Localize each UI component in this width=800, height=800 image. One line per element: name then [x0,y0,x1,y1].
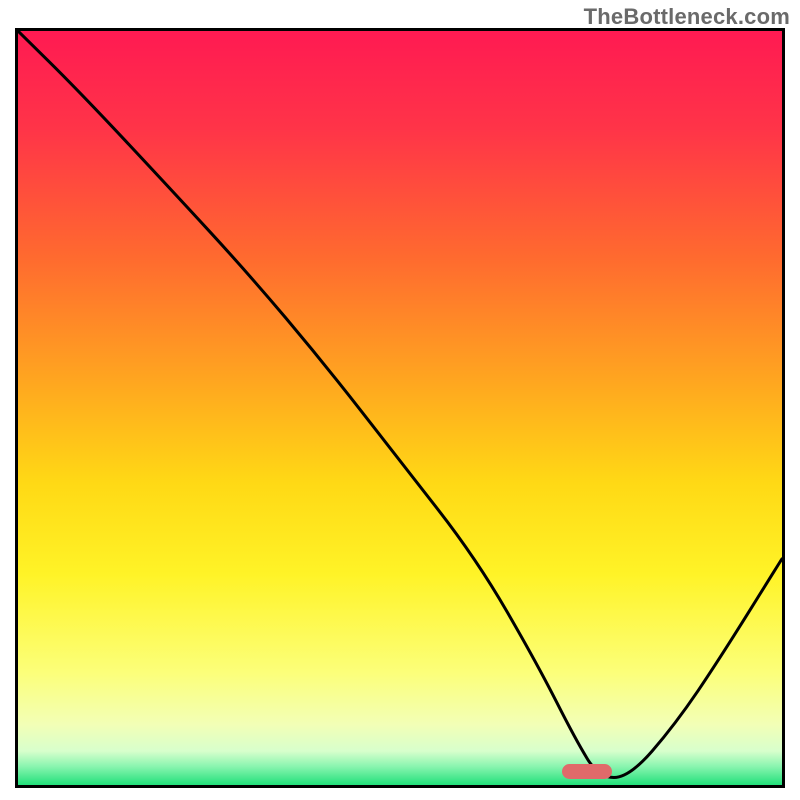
plot-frame [15,28,785,788]
chart-container: TheBottleneck.com [0,0,800,800]
bottleneck-curve [18,31,782,785]
watermark-text: TheBottleneck.com [584,4,790,30]
optimal-marker [562,764,612,779]
curve-path [18,31,782,778]
